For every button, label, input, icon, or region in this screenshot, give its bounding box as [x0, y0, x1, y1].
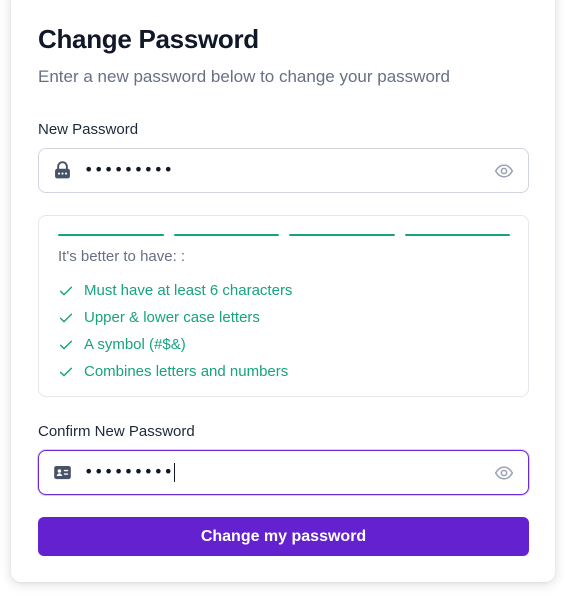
text-caret [174, 463, 176, 482]
requirement-item: Must have at least 6 characters [58, 277, 292, 304]
requirement-label: Upper & lower case letters [84, 309, 260, 326]
confirm-password-dots: ••••••••• [84, 462, 174, 481]
requirements-list: Must have at least 6 characters Upper & l… [58, 277, 292, 385]
new-password-label: New Password [38, 121, 139, 138]
strength-segment [58, 234, 164, 236]
id-card-icon [54, 465, 71, 480]
check-icon [59, 313, 73, 322]
confirm-password-value: ••••••••• [84, 462, 176, 482]
check-icon [59, 367, 73, 376]
requirements-title: It's better to have: : [58, 248, 186, 265]
lock-icon [55, 161, 70, 179]
check-icon [59, 340, 73, 349]
requirement-item: Combines letters and numbers [58, 358, 292, 385]
strength-meter [58, 234, 510, 236]
password-strength-panel: It's better to have: : Must have at leas… [38, 215, 529, 397]
requirement-label: A symbol (#$&) [84, 336, 186, 353]
eye-icon[interactable] [493, 463, 515, 483]
confirm-password-field[interactable]: ••••••••• [38, 450, 529, 495]
requirement-item: A symbol (#$&) [58, 331, 292, 358]
requirement-label: Combines letters and numbers [84, 363, 289, 380]
strength-segment [404, 234, 510, 236]
check-icon [59, 286, 73, 295]
page-title: Change Password [38, 24, 259, 54]
requirement-label: Must have at least 6 characters [84, 282, 293, 299]
change-password-button[interactable]: Change my password [38, 517, 529, 556]
page-subtitle: Enter a new password below to change you… [38, 67, 451, 86]
new-password-value: ••••••••• [84, 160, 174, 179]
eye-icon[interactable] [493, 161, 515, 181]
strength-segment [173, 234, 279, 236]
strength-segment [289, 234, 395, 236]
new-password-field[interactable]: ••••••••• [38, 148, 529, 193]
requirement-item: Upper & lower case letters [58, 304, 292, 331]
confirm-password-label: Confirm New Password [38, 423, 195, 440]
